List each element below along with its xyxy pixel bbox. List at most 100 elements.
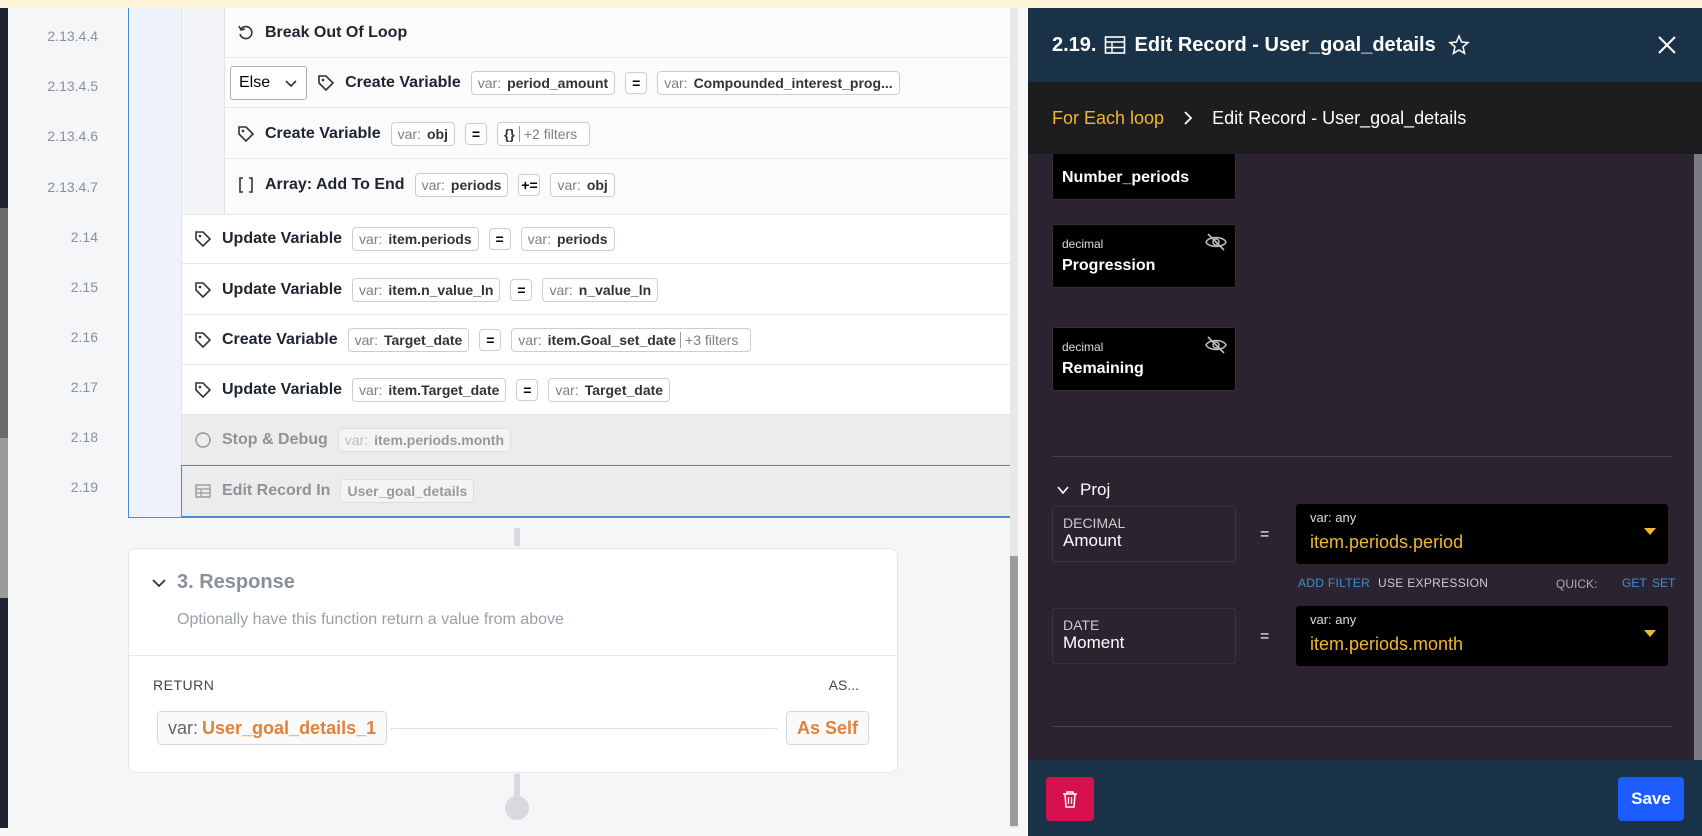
panel-footer: Save [1028,760,1702,836]
add-step-node[interactable] [505,796,529,820]
dropdown-caret-icon[interactable] [1644,630,1656,637]
step-title: Create Variable [345,73,461,91]
dropdown-caret-icon[interactable] [1644,528,1656,535]
field-type: decimal [1062,237,1104,251]
variable-pill[interactable]: var: item.periods.month [337,427,512,452]
tag-icon [237,125,255,143]
else-dropdown[interactable]: Else [230,65,308,100]
assign-type: DATE [1063,617,1100,633]
step-array-add[interactable]: Array: Add To End var: periods += var: obj [225,160,1018,210]
connector-line [514,774,520,796]
close-icon[interactable] [1656,34,1678,56]
field-name: Number_periods [1062,169,1190,186]
return-label: RETURN [153,677,215,693]
field-card-number-periods[interactable]: Number_periods [1052,154,1236,200]
line-number: 2.13.4.7 [47,179,98,195]
step-else-create-variable[interactable]: Else Create Variable var: period_amount =… [225,58,1018,108]
as-label: AS... [828,677,859,693]
save-button[interactable]: Save [1618,777,1684,821]
value-pill[interactable]: var: periods [520,227,615,251]
line-number: 2.13.4.5 [47,78,98,94]
value-pill[interactable]: var: Compounded_interest_prog... [657,70,900,95]
panel-scrollbar[interactable] [1694,154,1702,764]
panel-header: 2.19. Edit Record - User_goal_details [1028,8,1702,82]
add-filter-link[interactable]: ADD FILTER [1298,576,1370,590]
workflow-canvas: 2.13.4.4 2.13.4.5 2.13.4.6 2.13.4.7 2.14… [8,8,1018,828]
step-title: Array: Add To End [265,176,405,193]
variable-pill[interactable]: var: obj [390,121,455,146]
step-title: Update Variable [222,230,343,247]
chevron-down-icon [285,79,297,87]
variable-pill[interactable]: var: item.Target_date [352,377,507,402]
else-label: Else [239,73,271,91]
step-update-target-date[interactable]: Update Variable var: item.Target_date = v… [182,365,1018,415]
tag-icon [194,331,212,349]
step-number: 2.19. [1052,33,1097,56]
assign-type: DECIMAL [1063,515,1126,531]
star-icon[interactable] [1447,34,1470,56]
value-pill[interactable]: var: obj [550,173,615,197]
return-variable-pill[interactable]: var: User_goal_details_1 [157,711,388,745]
quick-set-link[interactable]: SET [1652,576,1675,590]
operator: = [510,278,533,301]
undo-icon [237,24,255,42]
step-stop-debug[interactable]: Stop & Debug var: item.periods.month [182,415,1018,465]
step-create-variable-obj[interactable]: Create Variable var: obj = {} +2 filters [225,109,1018,159]
assign-field-moment: DATE Moment [1052,608,1236,664]
section-divider [1052,726,1672,727]
section-proj-header[interactable]: Proj [1056,480,1110,500]
variable-pill[interactable]: var: Target_date [347,327,470,352]
assign-name: Amount [1063,531,1122,550]
eye-off-icon[interactable] [1205,336,1227,354]
field-card-remaining[interactable]: decimal Remaining [1052,327,1236,391]
value-type: var: any [1310,612,1357,627]
tag-icon [194,230,212,248]
value-pill[interactable]: var: item.Goal_set_date +3 filters [511,327,752,352]
assign-value-amount[interactable]: var: any item.periods.period [1296,504,1668,564]
step-update-periods[interactable]: Update Variable var: item.periods = var: p… [182,214,1018,264]
assign-value-moment[interactable]: var: any item.periods.month [1296,606,1668,666]
step-create-target-date[interactable]: Create Variable var: Target_date = var: it… [182,315,1018,365]
value-pill[interactable]: var: Target_date [548,377,671,402]
canvas-vertical-scrollbar[interactable] [1010,8,1018,828]
line-number: 2.19 [70,479,98,495]
step-update-nvalue[interactable]: Update Variable var: item.n_value_ln = va… [182,265,1018,315]
line-number: 2.13.4.4 [47,28,98,44]
eye-off-icon[interactable] [1205,233,1227,251]
operator: = [464,122,487,145]
variable-pill[interactable]: var: periods [414,173,509,197]
value-pill[interactable]: {} +2 filters [496,121,591,146]
quick-get-link[interactable]: GET [1622,576,1647,590]
step-title: Create Variable [222,330,338,348]
step-title: Stop & Debug [222,430,328,448]
field-card-progression[interactable]: decimal Progression [1052,224,1236,288]
breadcrumb-parent-link[interactable]: For Each loop [1052,108,1164,129]
chevron-down-icon[interactable] [151,575,167,591]
circle-icon [194,431,212,449]
table-icon [194,482,212,500]
step-break-loop[interactable]: Break Out Of Loop [225,8,1018,58]
variable-pill[interactable]: var: item.n_value_ln [352,277,501,302]
tag-icon [194,381,212,399]
delete-button[interactable] [1046,777,1094,821]
response-section: 3. Response Optionally have this functio… [128,548,898,773]
use-expression-link[interactable]: USE EXPRESSION [1378,576,1488,590]
step-edit-record-selected[interactable]: Edit Record In User_goal_details [181,465,1018,517]
value-text: item.periods.period [1310,532,1464,552]
variable-pill[interactable]: var: period_amount [470,70,616,95]
table-pill[interactable]: User_goal_details [340,478,475,503]
tag-icon [317,74,335,92]
quick-label: QUICK: [1556,577,1598,591]
step-title: Break Out Of Loop [265,23,408,41]
response-title: 3. Response [177,571,295,593]
for-each-loop-block: Break Out Of Loop Else Create Variable v… [128,8,1018,518]
value-pill[interactable]: var: n_value_ln [542,277,659,302]
chevron-down-icon[interactable] [1056,483,1070,497]
line-number: 2.15 [70,279,98,295]
line-number: 2.14 [70,229,98,245]
operator: = [625,71,648,94]
variable-pill[interactable]: var: item.periods [352,227,479,251]
response-header[interactable]: 3. Response [151,571,295,594]
as-self-pill[interactable]: As Self [785,711,869,745]
section-divider [1052,456,1672,457]
